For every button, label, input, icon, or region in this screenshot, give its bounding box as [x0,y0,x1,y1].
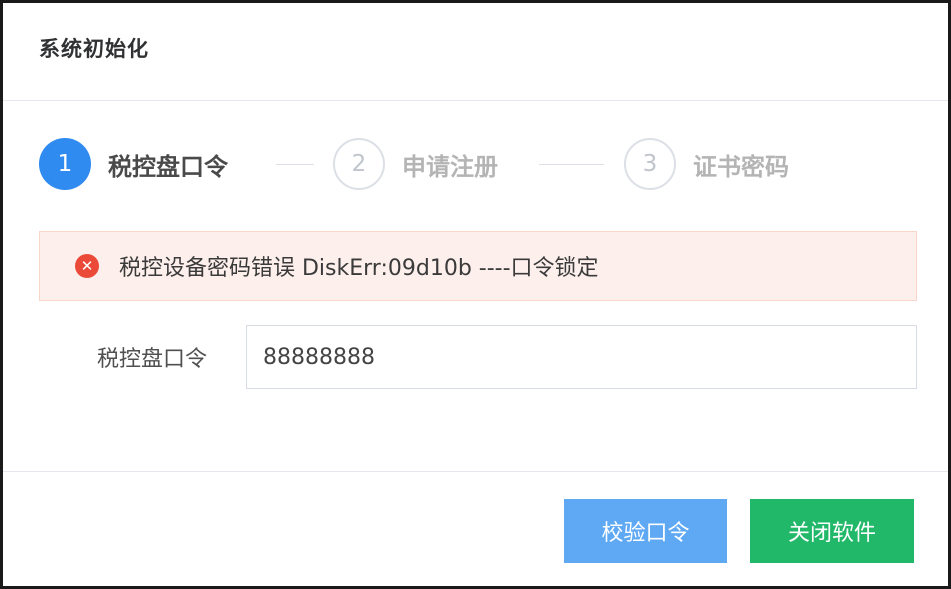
step-3-number: 3 [624,138,676,190]
step-3-label: 证书密码 [693,152,789,181]
step-connector-1 [276,164,314,165]
step-1-number: 1 [39,138,91,190]
step-connector-2 [539,164,604,165]
steps-bar: 1 税控盘口令 2 申请注册 3 证书密码 [39,136,948,192]
step-1-label: 税控盘口令 [108,152,228,181]
error-circle-icon: ✕ [75,254,99,278]
system-init-dialog: 系统初始化 1 税控盘口令 2 申请注册 3 证书密码 ✕ 税控设备密码错误 D… [0,0,951,589]
password-label: 税控盘口令 [97,347,208,372]
dialog-title: 系统初始化 [39,37,149,61]
close-software-button[interactable]: 关闭软件 [750,499,914,563]
step-1: 1 税控盘口令 [39,136,228,192]
step-2: 2 申请注册 [333,136,498,192]
dialog-header: 系统初始化 [3,3,948,101]
step-2-label: 申请注册 [402,152,498,181]
step-3: 3 证书密码 [624,136,789,192]
error-alert: ✕ 税控设备密码错误 DiskErr:09d10b ----口令锁定 [39,231,917,301]
password-input[interactable] [246,325,917,389]
footer-divider [3,471,948,472]
verify-password-button[interactable]: 校验口令 [564,499,727,563]
step-2-number: 2 [333,138,385,190]
error-message: 税控设备密码错误 DiskErr:09d10b ----口令锁定 [119,256,599,281]
